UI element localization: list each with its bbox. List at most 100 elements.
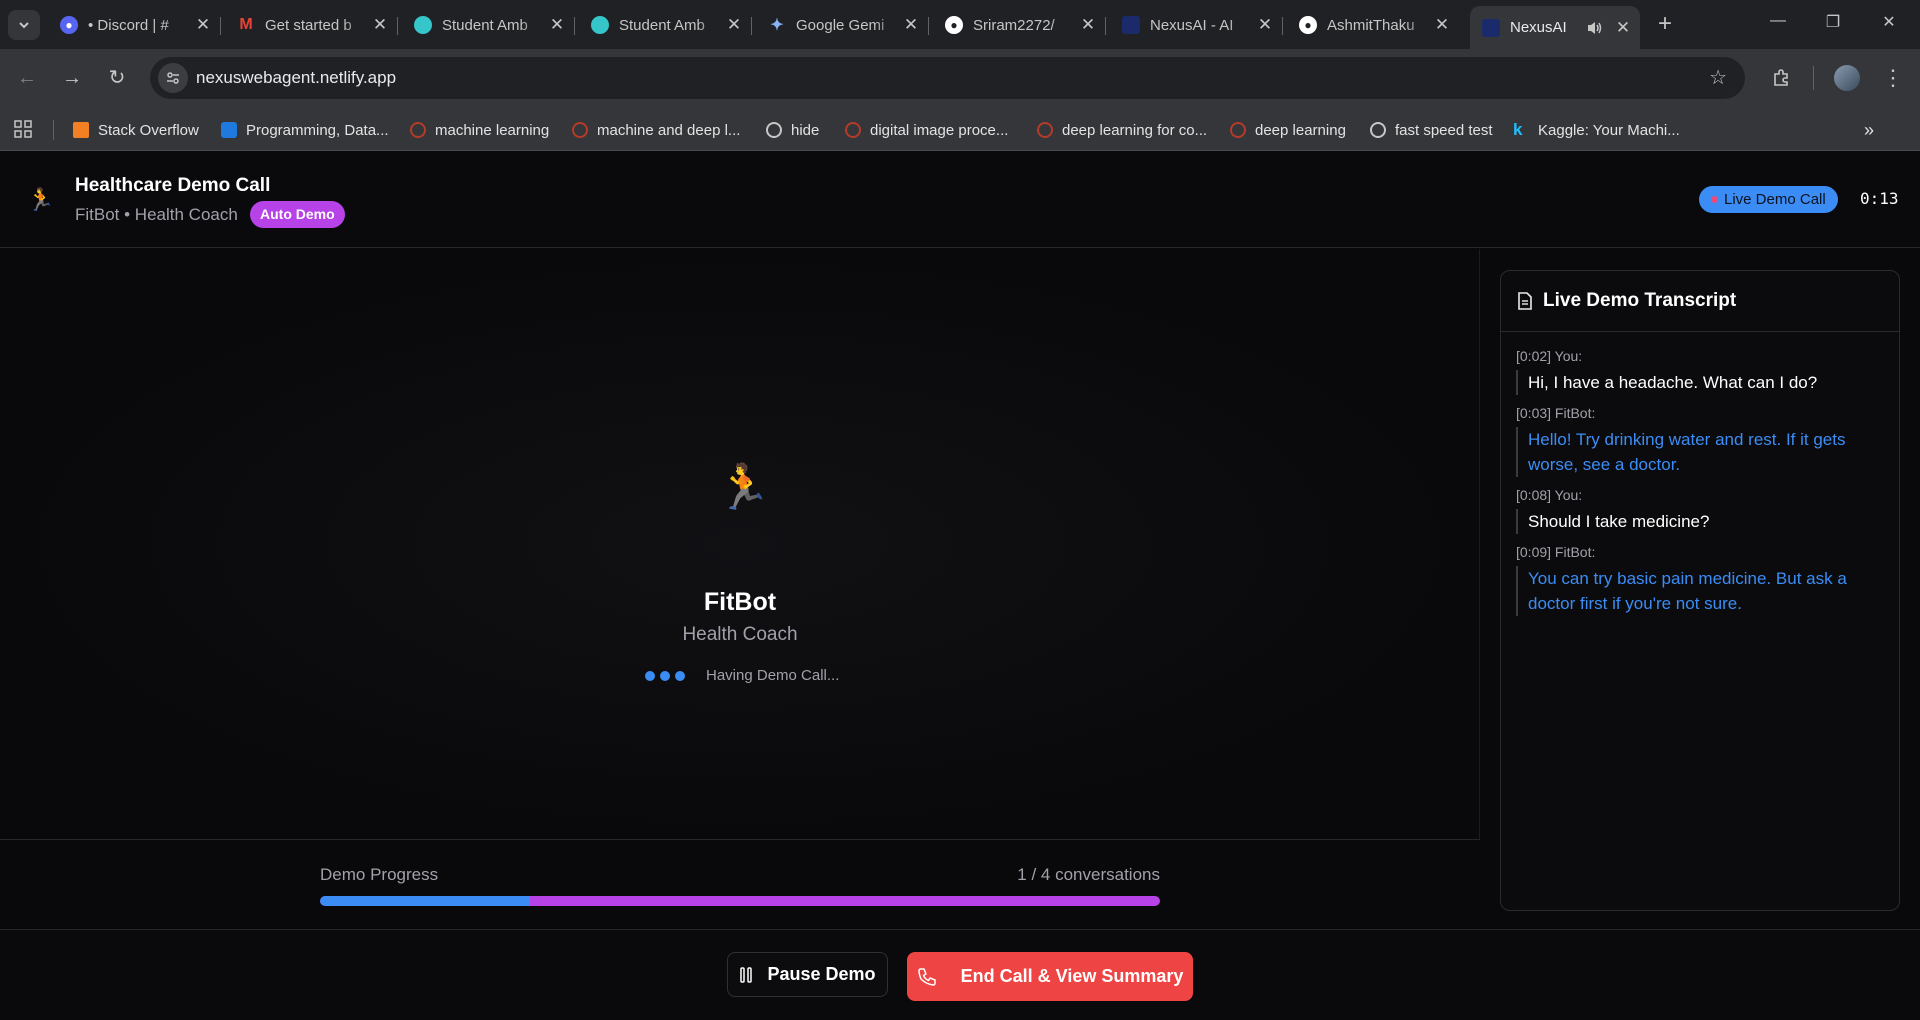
bookmark-star-icon[interactable]: ☆ — [1709, 65, 1727, 90]
bookmark-stackoverflow[interactable]: Stack Overflow — [73, 119, 199, 141]
tab-nexusai-active[interactable]: NexusAI ✕ — [1470, 6, 1640, 49]
tab-student-ambassador[interactable]: Student Amb ✕ — [402, 8, 575, 42]
bookmark-hide[interactable]: hide — [766, 119, 819, 141]
app-root: 🏃 Healthcare Demo Call FitBot • Health C… — [0, 151, 1920, 1020]
bookmark-deep-learning-co[interactable]: deep learning for co... — [1037, 119, 1207, 141]
profile-avatar[interactable] — [1834, 65, 1860, 91]
chevron-down-icon — [19, 22, 29, 29]
message-text: Should I take medicine? — [1516, 509, 1884, 534]
nexusai-icon — [1482, 18, 1500, 37]
speaker-icon[interactable] — [1586, 20, 1604, 36]
url-text[interactable]: nexuswebagent.netlify.app — [196, 68, 396, 88]
bookmark-programming[interactable]: Programming, Data... — [221, 119, 389, 141]
close-tab-icon[interactable]: ✕ — [1077, 15, 1099, 35]
tab-gmail[interactable]: M Get started b ✕ — [225, 8, 398, 42]
tab-strip: ● • Discord | # ✕ M Get started b ✕ Stud… — [0, 0, 1920, 49]
ml-icon — [1230, 122, 1246, 138]
browser-toolbar: ← → ↻ nexuswebagent.netlify.app ☆ ⋮ — [0, 49, 1920, 109]
live-demo-badge: Live Demo Call — [1699, 186, 1838, 213]
end-call-button[interactable]: End Call & View Summary — [907, 952, 1193, 1001]
message-text: You can try basic pain medicine. But ask… — [1516, 566, 1884, 616]
bookmark-digital-image[interactable]: digital image proce... — [845, 119, 1008, 141]
transcript-message: [0:03] FitBot: Hello! Try drinking water… — [1516, 405, 1884, 477]
call-status: Having Demo Call... — [645, 667, 839, 684]
runner-icon: 🏃 — [716, 463, 771, 512]
apps-grid-icon[interactable] — [14, 120, 32, 143]
extensions-icon[interactable] — [1766, 63, 1796, 93]
tab-student-ambassador-2[interactable]: Student Amb ✕ — [579, 8, 752, 42]
progress-bar-fill — [320, 896, 530, 906]
tab-title: NexusAI - AI — [1150, 16, 1234, 34]
tab-discord[interactable]: ● • Discord | # ✕ — [48, 8, 221, 42]
tab-title: Student Amb — [442, 16, 528, 34]
bookmarks-bar: Stack Overflow Programming, Data... mach… — [0, 109, 1920, 151]
close-tab-icon[interactable]: ✕ — [369, 15, 391, 35]
globe-icon — [766, 122, 782, 138]
tab-title: Google Gemi — [796, 16, 885, 34]
bookmark-kaggle[interactable]: k Kaggle: Your Machi... — [1513, 119, 1680, 141]
transcript-title: Live Demo Transcript — [1543, 290, 1737, 311]
close-window-icon[interactable]: ✕ — [1874, 12, 1904, 32]
transcript-message: [0:02] You: Hi, I have a headache. What … — [1516, 348, 1884, 395]
transcript-message: [0:08] You: Should I take medicine? — [1516, 487, 1884, 534]
more-bookmarks-icon[interactable]: » — [1864, 119, 1874, 141]
close-tab-icon[interactable]: ✕ — [1612, 18, 1634, 38]
back-arrow-icon[interactable]: ← — [12, 63, 42, 93]
minimize-icon[interactable]: — — [1763, 12, 1793, 30]
kaggle-icon: k — [1513, 120, 1523, 139]
tab-title: Sriram2272/ — [973, 16, 1055, 34]
pause-icon — [739, 966, 753, 983]
call-timer: 0:13 — [1860, 189, 1899, 208]
tab-github-sriram[interactable]: ● Sriram2272/ ✕ — [933, 8, 1106, 42]
ml-icon — [845, 122, 861, 138]
student-ambassador-icon — [414, 16, 432, 34]
auto-demo-badge: Auto Demo — [250, 201, 345, 228]
call-header: 🏃 Healthcare Demo Call FitBot • Health C… — [0, 151, 1920, 248]
reload-icon[interactable]: ↻ — [102, 63, 132, 93]
message-meta: [0:08] You: — [1516, 487, 1583, 503]
programming-icon — [221, 122, 237, 138]
forward-arrow-icon[interactable]: → — [57, 63, 87, 93]
progress-bar — [320, 896, 1160, 906]
ml-icon — [1037, 122, 1053, 138]
address-bar[interactable]: nexuswebagent.netlify.app ☆ — [150, 57, 1745, 99]
site-info-icon[interactable] — [158, 63, 188, 93]
progress-count: 1 / 4 conversations — [1017, 865, 1160, 884]
pause-demo-button[interactable]: Pause Demo — [727, 952, 888, 997]
transcript-message: [0:09] FitBot: You can try basic pain me… — [1516, 544, 1884, 616]
message-meta: [0:09] FitBot: — [1516, 544, 1596, 560]
close-tab-icon[interactable]: ✕ — [1254, 15, 1276, 35]
transcript-header: Live Demo Transcript — [1501, 271, 1899, 332]
close-tab-icon[interactable]: ✕ — [723, 15, 745, 35]
runner-icon: 🏃 — [27, 187, 55, 212]
menu-kebab-icon[interactable]: ⋮ — [1878, 63, 1908, 93]
close-tab-icon[interactable]: ✕ — [1431, 15, 1453, 35]
close-tab-icon[interactable]: ✕ — [900, 15, 922, 35]
github-icon: ● — [1299, 16, 1317, 34]
bot-name: FitBot — [703, 588, 777, 616]
phone-icon — [917, 967, 937, 987]
bookmark-fast-speed-test[interactable]: fast speed test — [1370, 119, 1493, 141]
tab-title: AshmitThaku — [1327, 16, 1415, 34]
transcript-messages: [0:02] You: Hi, I have a headache. What … — [1501, 332, 1899, 616]
bookmark-machine-learning[interactable]: machine learning — [410, 119, 549, 141]
tab-gemini[interactable]: ✦ Google Gemi ✕ — [756, 8, 929, 42]
bookmark-machine-deep[interactable]: machine and deep l... — [572, 119, 740, 141]
tab-nexusai[interactable]: NexusAI - AI ✕ — [1110, 8, 1283, 42]
close-tab-icon[interactable]: ✕ — [546, 15, 568, 35]
restore-icon[interactable]: ❐ — [1818, 12, 1848, 32]
stackoverflow-icon — [73, 122, 89, 138]
demo-progress: Demo Progress 1 / 4 conversations — [0, 839, 1480, 929]
new-tab-button[interactable]: + — [1651, 11, 1679, 39]
nexusai-icon — [1122, 16, 1140, 34]
progress-label: Demo Progress — [320, 865, 439, 884]
tab-github-ashmit[interactable]: ● AshmitThaku ✕ — [1287, 8, 1459, 42]
tab-title: NexusAI — [1510, 19, 1567, 36]
ml-icon — [410, 122, 426, 138]
call-stage: 🏃 FitBot Health Coach Having Demo Call..… — [0, 249, 1480, 839]
close-tab-icon[interactable]: ✕ — [192, 15, 214, 35]
tab-title: Student Amb — [619, 16, 705, 34]
gmail-icon: M — [239, 16, 253, 33]
tab-search-button[interactable] — [8, 10, 40, 40]
bookmark-deep-learning[interactable]: deep learning — [1230, 119, 1346, 141]
